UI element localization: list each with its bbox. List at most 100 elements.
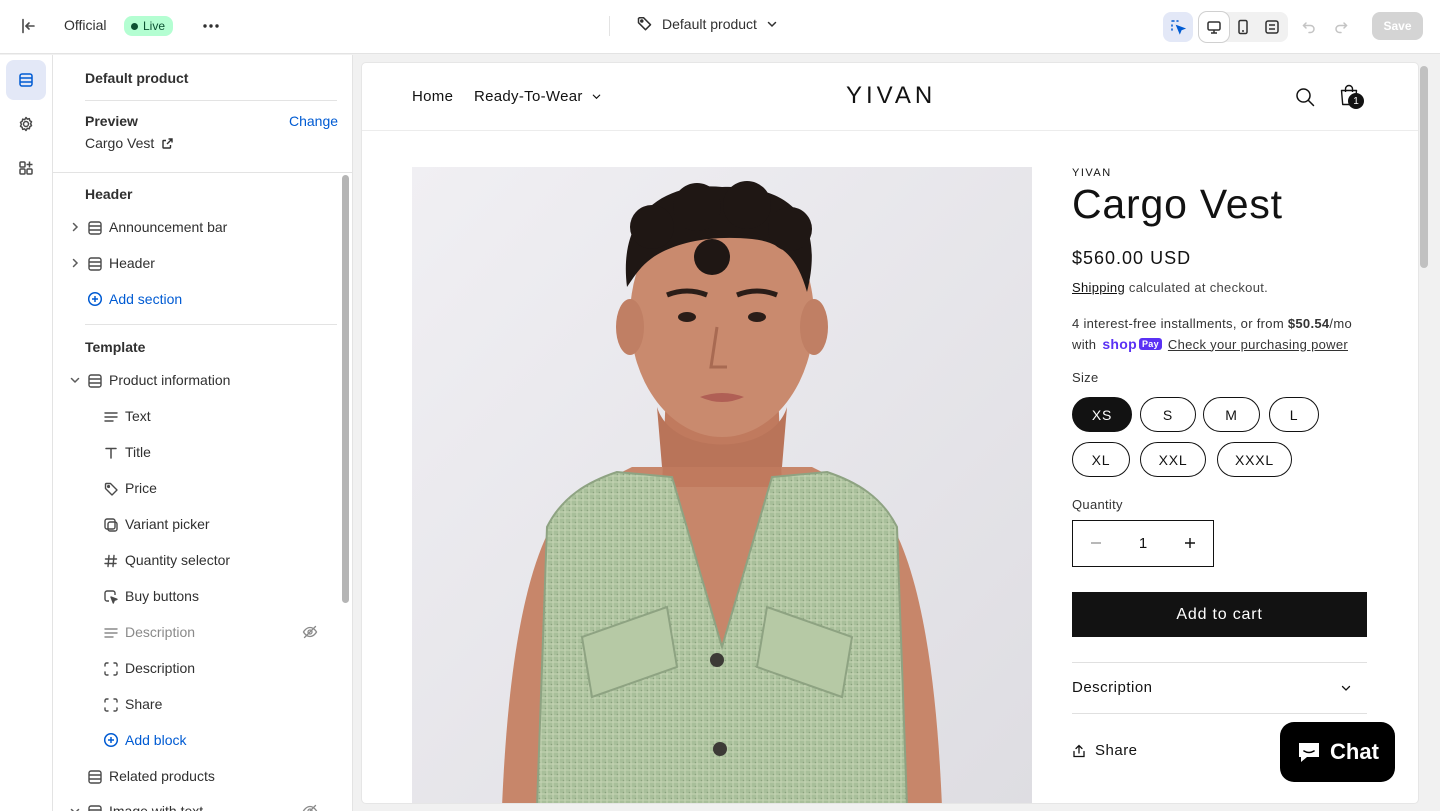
title-icon <box>103 445 119 461</box>
size-option-s[interactable]: S <box>1140 397 1196 432</box>
dashed-box-icon <box>103 697 119 713</box>
expand-chevron-icon[interactable] <box>69 805 81 811</box>
sidebar-divider <box>85 100 337 101</box>
sections-nav-button[interactable] <box>6 60 46 100</box>
theme-settings-nav-button[interactable] <box>6 104 46 144</box>
share-icon <box>1072 744 1086 758</box>
desktop-view-button[interactable] <box>1199 12 1229 42</box>
sidebar-item-related-products[interactable]: Related products <box>109 768 215 784</box>
add-to-cart-button[interactable]: Add to cart <box>1072 592 1367 637</box>
mobile-icon <box>1235 19 1251 35</box>
search-icon[interactable] <box>1294 86 1316 108</box>
editor-left-rail <box>0 55 53 811</box>
product-image[interactable] <box>412 167 1032 803</box>
installments-prefix: 4 interest-free installments, or from <box>1072 316 1288 331</box>
redo-icon <box>1333 19 1349 35</box>
block-item-description-hidden[interactable]: Description <box>125 624 195 640</box>
apps-nav-button[interactable] <box>6 148 46 188</box>
eye-hidden-icon[interactable] <box>302 624 318 640</box>
fullscreen-view-button[interactable] <box>1257 12 1287 42</box>
divider <box>1072 662 1367 663</box>
shop-pay-logo: shop Pay <box>1102 336 1162 352</box>
nav-link-ready-to-wear[interactable]: Ready-To-Wear <box>474 88 602 105</box>
header-group-label: Header <box>85 186 133 202</box>
share-button[interactable]: Share <box>1072 742 1138 759</box>
save-button[interactable]: Save <box>1372 12 1423 40</box>
template-selector[interactable]: Default product <box>636 15 778 32</box>
store-logo[interactable]: YIVAN <box>846 82 936 110</box>
add-circle-icon <box>103 732 119 748</box>
chat-button[interactable]: Chat <box>1280 722 1395 782</box>
preview-scrollbar[interactable] <box>1420 66 1428 268</box>
undo-button[interactable] <box>1294 12 1324 42</box>
block-item-share[interactable]: Share <box>125 696 162 712</box>
store-name[interactable]: Official <box>64 17 107 33</box>
shipping-text: calculated at checkout. <box>1125 280 1269 295</box>
shipping-note: Shipping calculated at checkout. <box>1072 280 1268 295</box>
sidebar-item-product-information[interactable]: Product information <box>109 372 230 388</box>
size-option-l[interactable]: L <box>1269 397 1319 432</box>
chevron-down-icon[interactable] <box>1340 682 1352 694</box>
section-icon <box>87 220 103 236</box>
select-cursor-icon <box>1169 18 1187 36</box>
chat-label: Chat <box>1330 739 1379 764</box>
size-option-m[interactable]: M <box>1203 397 1260 432</box>
block-item-description[interactable]: Description <box>125 660 195 676</box>
installments-line-2: with shop Pay Check your purchasing power <box>1072 336 1348 352</box>
sidebar-item-image-with-text[interactable]: Image with text <box>109 803 203 811</box>
status-dot-icon <box>131 22 138 30</box>
plus-icon[interactable] <box>1181 534 1199 552</box>
inspector-toggle-button[interactable] <box>1163 12 1193 42</box>
block-item-quantity-selector[interactable]: Quantity selector <box>125 552 230 568</box>
change-preview-link[interactable]: Change <box>289 113 338 129</box>
block-item-text[interactable]: Text <box>125 408 151 424</box>
cursor-icon <box>103 589 119 605</box>
price-tag-icon <box>103 481 119 497</box>
variant-icon <box>103 517 119 533</box>
cart-count-badge: 1 <box>1348 93 1364 109</box>
undo-icon <box>1301 19 1317 35</box>
topbar-divider <box>609 16 610 36</box>
chevron-down-icon <box>591 91 602 102</box>
block-item-variant-picker[interactable]: Variant picker <box>125 516 210 532</box>
shipping-link[interactable]: Shipping <box>1072 280 1125 295</box>
external-link-icon <box>161 137 174 150</box>
description-accordion[interactable]: Description <box>1072 679 1153 696</box>
shop-pay-brand: shop <box>1102 336 1137 352</box>
redo-button[interactable] <box>1326 12 1356 42</box>
block-item-buy-buttons[interactable]: Buy buttons <box>125 588 199 604</box>
block-item-price[interactable]: Price <box>125 480 157 496</box>
expand-chevron-icon[interactable] <box>69 221 81 233</box>
expand-chevron-icon[interactable] <box>69 257 81 269</box>
size-option-xxxl[interactable]: XXXL <box>1217 442 1292 477</box>
preview-product-link[interactable]: Cargo Vest <box>85 135 174 151</box>
desktop-icon <box>1206 19 1222 35</box>
exit-icon[interactable] <box>17 15 39 37</box>
add-section-button[interactable]: Add section <box>109 291 182 307</box>
shop-pay-badge: Pay <box>1138 338 1162 350</box>
mobile-view-button[interactable] <box>1228 12 1258 42</box>
sidebar-title: Default product <box>85 70 189 86</box>
quantity-stepper: 1 <box>1072 520 1214 567</box>
add-block-button[interactable]: Add block <box>125 732 186 748</box>
collapse-chevron-icon[interactable] <box>69 374 81 386</box>
size-option-xxl[interactable]: XXL <box>1140 442 1206 477</box>
nav-link-home[interactable]: Home <box>412 88 453 105</box>
storefront-preview: Home Ready-To-Wear YIVAN 1 YIVAN Cargo V… <box>362 63 1418 803</box>
size-option-xs[interactable]: XS <box>1072 397 1132 432</box>
quantity-label: Quantity <box>1072 497 1123 512</box>
nav-link-label: Ready-To-Wear <box>474 88 583 105</box>
sidebar-item-header[interactable]: Header <box>109 255 155 271</box>
eye-hidden-icon[interactable] <box>302 803 318 811</box>
sections-icon <box>17 71 35 89</box>
more-actions-icon[interactable] <box>199 14 223 38</box>
block-item-title[interactable]: Title <box>125 444 151 460</box>
size-option-xl[interactable]: XL <box>1072 442 1130 477</box>
sidebar-item-announcement-bar[interactable]: Announcement bar <box>109 219 227 235</box>
product-vendor: YIVAN <box>1072 167 1112 179</box>
sidebar-scrollbar[interactable] <box>342 175 349 603</box>
text-icon <box>103 625 119 641</box>
purchasing-power-link[interactable]: Check your purchasing power <box>1168 337 1348 352</box>
section-icon <box>87 373 103 389</box>
divider <box>1072 713 1367 714</box>
